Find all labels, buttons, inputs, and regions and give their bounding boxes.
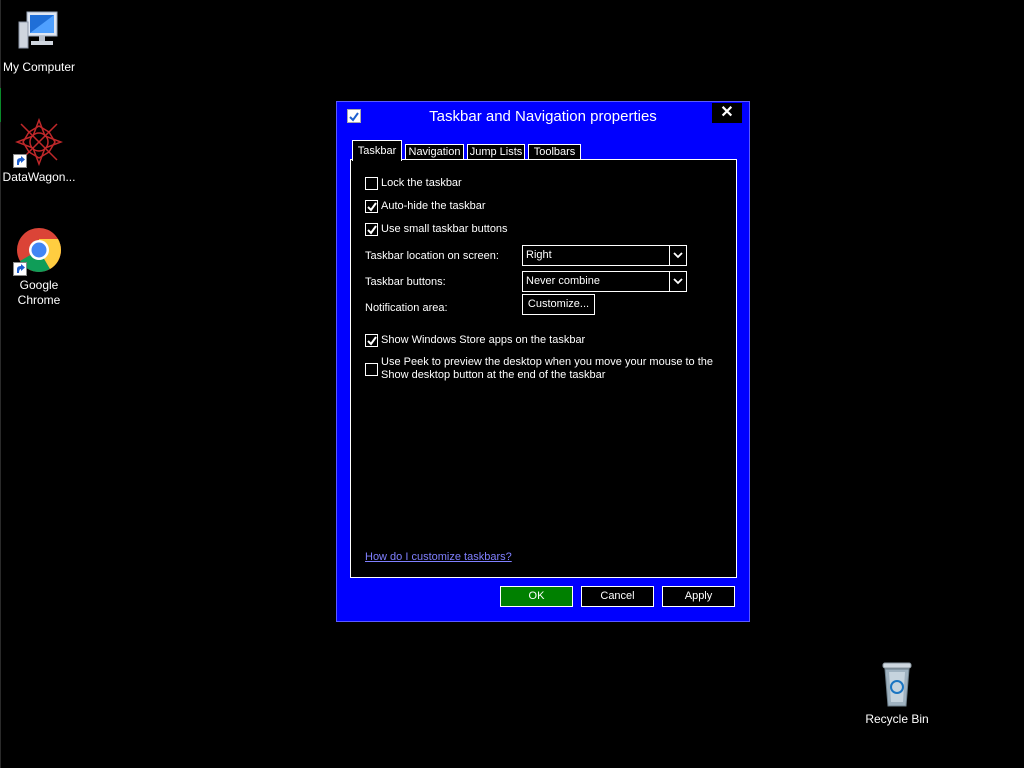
shortcut-arrow-icon (13, 154, 27, 168)
computer-icon (15, 8, 63, 56)
ok-button[interactable]: OK (500, 586, 573, 607)
properties-dialog: Taskbar and Navigation properties ✕ Task… (336, 101, 750, 622)
small-buttons-label: Use small taskbar buttons (381, 223, 508, 235)
dialog-titlebar[interactable]: Taskbar and Navigation properties ✕ (337, 102, 749, 132)
desktop-icon-datawagon[interactable]: DataWagon... (0, 117, 79, 185)
screen-edge-accent (0, 88, 1, 122)
taskbar-buttons-label: Taskbar buttons: (365, 276, 446, 288)
location-value: Right (526, 249, 552, 261)
chrome-icon (13, 226, 63, 276)
customize-button[interactable]: Customize... (522, 294, 595, 315)
dialog-title: Taskbar and Navigation properties (429, 108, 657, 125)
close-button[interactable]: ✕ (712, 103, 742, 123)
datawagon-icon (13, 117, 64, 168)
desktop-icon-google-chrome[interactable]: Google Chrome (0, 226, 79, 308)
tab-taskbar[interactable]: Taskbar (352, 140, 402, 161)
store-apps-label: Show Windows Store apps on the taskbar (381, 334, 586, 346)
tab-navigation[interactable]: Navigation (405, 144, 464, 160)
help-link[interactable]: How do I customize taskbars? (365, 551, 512, 563)
lock-taskbar-checkbox[interactable] (365, 177, 378, 190)
notification-area-label: Notification area: (365, 302, 448, 314)
desktop-icon-recycle-bin[interactable]: Recycle Bin (857, 660, 937, 727)
peek-checkbox[interactable] (365, 363, 378, 376)
small-buttons-checkbox[interactable] (365, 223, 378, 236)
taskbar-buttons-value: Never combine (526, 275, 600, 287)
apply-button[interactable]: Apply (662, 586, 735, 607)
desktop-icon-label: My Computer (2, 60, 76, 74)
desktop-icon-label: Google Chrome (17, 278, 61, 307)
desktop-icon-label: DataWagon... (2, 170, 76, 184)
auto-hide-label: Auto-hide the taskbar (381, 200, 486, 212)
peek-label-line1: Use Peek to preview the desktop when you… (381, 356, 714, 368)
taskbar-buttons-select[interactable]: Never combine (522, 271, 687, 292)
auto-hide-checkbox[interactable] (365, 200, 378, 213)
chevron-down-icon[interactable] (669, 246, 686, 265)
location-label: Taskbar location on screen: (365, 250, 499, 262)
chevron-down-icon[interactable] (669, 272, 686, 291)
tab-toolbars[interactable]: Toolbars (528, 144, 581, 160)
lock-taskbar-label: Lock the taskbar (381, 177, 462, 189)
cancel-button[interactable]: Cancel (581, 586, 654, 607)
taskbar-tab-panel: Lock the taskbar Auto-hide the taskbar U… (350, 159, 737, 578)
store-apps-checkbox[interactable] (365, 334, 378, 347)
shortcut-arrow-icon (13, 262, 27, 276)
peek-label-line2: Show desktop button at the end of the ta… (381, 369, 606, 381)
recycle-bin-icon (873, 660, 921, 708)
location-select[interactable]: Right (522, 245, 687, 266)
desktop-icon-my-computer[interactable]: My Computer (0, 8, 79, 75)
desktop-icon-label: Recycle Bin (865, 712, 929, 726)
tab-jump-lists[interactable]: Jump Lists (467, 144, 525, 160)
